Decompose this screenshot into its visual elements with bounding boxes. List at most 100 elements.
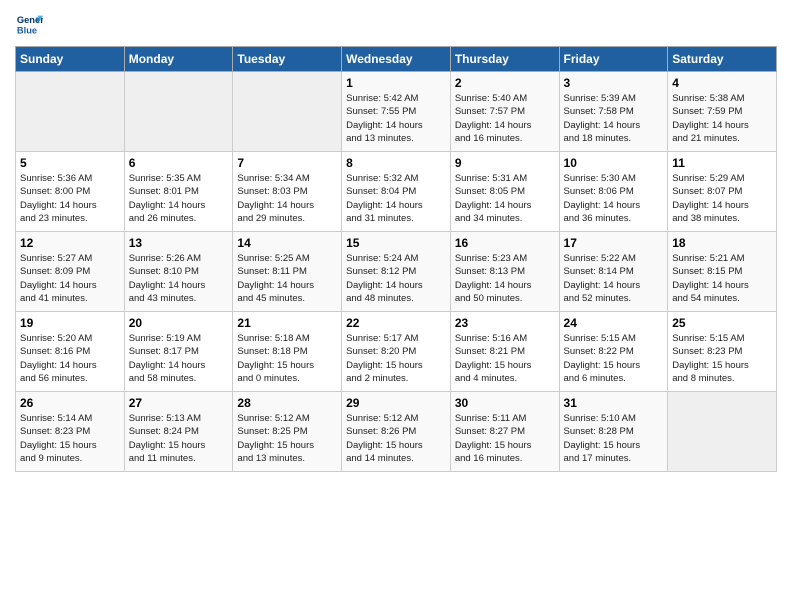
calendar-cell: 4 Sunrise: 5:38 AM Sunset: 7:59 PM Daylig…: [668, 72, 777, 152]
logo-icon: General Blue: [15, 10, 43, 38]
day-header-tuesday: Tuesday: [233, 47, 342, 72]
day-info: Sunrise: 5:23 AM Sunset: 8:13 PM Dayligh…: [455, 252, 555, 305]
day-number: 12: [20, 236, 120, 250]
day-info: Sunrise: 5:16 AM Sunset: 8:21 PM Dayligh…: [455, 332, 555, 385]
day-info: Sunrise: 5:17 AM Sunset: 8:20 PM Dayligh…: [346, 332, 446, 385]
day-number: 22: [346, 316, 446, 330]
day-info: Sunrise: 5:15 AM Sunset: 8:23 PM Dayligh…: [672, 332, 772, 385]
day-number: 25: [672, 316, 772, 330]
day-number: 11: [672, 156, 772, 170]
calendar-cell: 22 Sunrise: 5:17 AM Sunset: 8:20 PM Dayli…: [342, 312, 451, 392]
day-info: Sunrise: 5:10 AM Sunset: 8:28 PM Dayligh…: [564, 412, 664, 465]
day-number: 20: [129, 316, 229, 330]
calendar-cell: 20 Sunrise: 5:19 AM Sunset: 8:17 PM Dayli…: [124, 312, 233, 392]
day-number: 27: [129, 396, 229, 410]
day-info: Sunrise: 5:42 AM Sunset: 7:55 PM Dayligh…: [346, 92, 446, 145]
day-info: Sunrise: 5:19 AM Sunset: 8:17 PM Dayligh…: [129, 332, 229, 385]
day-info: Sunrise: 5:20 AM Sunset: 8:16 PM Dayligh…: [20, 332, 120, 385]
calendar-cell: 12 Sunrise: 5:27 AM Sunset: 8:09 PM Dayli…: [16, 232, 125, 312]
calendar-cell: 1 Sunrise: 5:42 AM Sunset: 7:55 PM Daylig…: [342, 72, 451, 152]
day-info: Sunrise: 5:12 AM Sunset: 8:26 PM Dayligh…: [346, 412, 446, 465]
calendar-cell: [668, 392, 777, 472]
day-info: Sunrise: 5:25 AM Sunset: 8:11 PM Dayligh…: [237, 252, 337, 305]
calendar-cell: 29 Sunrise: 5:12 AM Sunset: 8:26 PM Dayli…: [342, 392, 451, 472]
day-number: 3: [564, 76, 664, 90]
calendar-week-5: 26Sunrise: 5:14 AM Sunset: 8:23 PM Dayli…: [16, 392, 777, 472]
calendar-cell: 31 Sunrise: 5:10 AM Sunset: 8:28 PM Dayli…: [559, 392, 668, 472]
page-header: General Blue: [15, 10, 777, 38]
calendar-cell: 7 Sunrise: 5:34 AM Sunset: 8:03 PM Daylig…: [233, 152, 342, 232]
calendar-cell: 17 Sunrise: 5:22 AM Sunset: 8:14 PM Dayli…: [559, 232, 668, 312]
calendar-week-1: 1 Sunrise: 5:42 AM Sunset: 7:55 PM Daylig…: [16, 72, 777, 152]
day-info: Sunrise: 5:12 AM Sunset: 8:25 PM Dayligh…: [237, 412, 337, 465]
day-info: Sunrise: 5:30 AM Sunset: 8:06 PM Dayligh…: [564, 172, 664, 225]
calendar-cell: 19 Sunrise: 5:20 AM Sunset: 8:16 PM Dayli…: [16, 312, 125, 392]
day-info: Sunrise: 5:36 AM Sunset: 8:00 PM Dayligh…: [20, 172, 120, 225]
day-header-monday: Monday: [124, 47, 233, 72]
day-info: Sunrise: 5:34 AM Sunset: 8:03 PM Dayligh…: [237, 172, 337, 225]
day-info: Sunrise: 5:32 AM Sunset: 8:04 PM Dayligh…: [346, 172, 446, 225]
day-number: 1: [346, 76, 446, 90]
calendar-cell: 5 Sunrise: 5:36 AM Sunset: 8:00 PM Daylig…: [16, 152, 125, 232]
calendar-cell: 30Sunrise: 5:11 AM Sunset: 8:27 PM Dayli…: [450, 392, 559, 472]
day-header-saturday: Saturday: [668, 47, 777, 72]
day-info: Sunrise: 5:18 AM Sunset: 8:18 PM Dayligh…: [237, 332, 337, 385]
day-info: Sunrise: 5:35 AM Sunset: 8:01 PM Dayligh…: [129, 172, 229, 225]
day-number: 4: [672, 76, 772, 90]
day-number: 17: [564, 236, 664, 250]
day-number: 2: [455, 76, 555, 90]
day-number: 23: [455, 316, 555, 330]
calendar-week-4: 19 Sunrise: 5:20 AM Sunset: 8:16 PM Dayli…: [16, 312, 777, 392]
day-info: Sunrise: 5:26 AM Sunset: 8:10 PM Dayligh…: [129, 252, 229, 305]
day-info: Sunrise: 5:38 AM Sunset: 7:59 PM Dayligh…: [672, 92, 772, 145]
day-number: 31: [564, 396, 664, 410]
calendar-cell: 21 Sunrise: 5:18 AM Sunset: 8:18 PM Dayli…: [233, 312, 342, 392]
calendar-cell: 25 Sunrise: 5:15 AM Sunset: 8:23 PM Dayli…: [668, 312, 777, 392]
day-number: 16: [455, 236, 555, 250]
calendar-cell: 10 Sunrise: 5:30 AM Sunset: 8:06 PM Dayli…: [559, 152, 668, 232]
day-number: 29: [346, 396, 446, 410]
day-number: 5: [20, 156, 120, 170]
calendar-header: SundayMondayTuesdayWednesdayThursdayFrid…: [16, 47, 777, 72]
day-number: 28: [237, 396, 337, 410]
day-info: Sunrise: 5:40 AM Sunset: 7:57 PM Dayligh…: [455, 92, 555, 145]
calendar-body: 1 Sunrise: 5:42 AM Sunset: 7:55 PM Daylig…: [16, 72, 777, 472]
day-info: Sunrise: 5:24 AM Sunset: 8:12 PM Dayligh…: [346, 252, 446, 305]
day-number: 30: [455, 396, 555, 410]
day-info: Sunrise: 5:15 AM Sunset: 8:22 PM Dayligh…: [564, 332, 664, 385]
day-info: Sunrise: 5:21 AM Sunset: 8:15 PM Dayligh…: [672, 252, 772, 305]
calendar-cell: 11Sunrise: 5:29 AM Sunset: 8:07 PM Dayli…: [668, 152, 777, 232]
day-number: 15: [346, 236, 446, 250]
calendar-cell: 28 Sunrise: 5:12 AM Sunset: 8:25 PM Dayli…: [233, 392, 342, 472]
calendar-cell: [233, 72, 342, 152]
calendar-cell: 18 Sunrise: 5:21 AM Sunset: 8:15 PM Dayli…: [668, 232, 777, 312]
day-header-thursday: Thursday: [450, 47, 559, 72]
day-info: Sunrise: 5:13 AM Sunset: 8:24 PM Dayligh…: [129, 412, 229, 465]
day-number: 10: [564, 156, 664, 170]
calendar-cell: 3 Sunrise: 5:39 AM Sunset: 7:58 PM Daylig…: [559, 72, 668, 152]
day-info: Sunrise: 5:31 AM Sunset: 8:05 PM Dayligh…: [455, 172, 555, 225]
calendar-cell: 9 Sunrise: 5:31 AM Sunset: 8:05 PM Daylig…: [450, 152, 559, 232]
svg-text:Blue: Blue: [17, 25, 37, 35]
day-number: 21: [237, 316, 337, 330]
calendar-cell: 24Sunrise: 5:15 AM Sunset: 8:22 PM Dayli…: [559, 312, 668, 392]
day-info: Sunrise: 5:27 AM Sunset: 8:09 PM Dayligh…: [20, 252, 120, 305]
day-info: Sunrise: 5:14 AM Sunset: 8:23 PM Dayligh…: [20, 412, 120, 465]
day-number: 19: [20, 316, 120, 330]
day-number: 18: [672, 236, 772, 250]
header-row: SundayMondayTuesdayWednesdayThursdayFrid…: [16, 47, 777, 72]
day-number: 7: [237, 156, 337, 170]
day-header-wednesday: Wednesday: [342, 47, 451, 72]
calendar-cell: 2 Sunrise: 5:40 AM Sunset: 7:57 PM Daylig…: [450, 72, 559, 152]
calendar-table: SundayMondayTuesdayWednesdayThursdayFrid…: [15, 46, 777, 472]
calendar-week-3: 12 Sunrise: 5:27 AM Sunset: 8:09 PM Dayli…: [16, 232, 777, 312]
day-number: 6: [129, 156, 229, 170]
calendar-week-2: 5 Sunrise: 5:36 AM Sunset: 8:00 PM Daylig…: [16, 152, 777, 232]
calendar-cell: 23 Sunrise: 5:16 AM Sunset: 8:21 PM Dayli…: [450, 312, 559, 392]
day-number: 9: [455, 156, 555, 170]
day-info: Sunrise: 5:39 AM Sunset: 7:58 PM Dayligh…: [564, 92, 664, 145]
calendar-cell: 8Sunrise: 5:32 AM Sunset: 8:04 PM Daylig…: [342, 152, 451, 232]
calendar-cell: 16 Sunrise: 5:23 AM Sunset: 8:13 PM Dayli…: [450, 232, 559, 312]
calendar-cell: 27 Sunrise: 5:13 AM Sunset: 8:24 PM Dayli…: [124, 392, 233, 472]
day-info: Sunrise: 5:22 AM Sunset: 8:14 PM Dayligh…: [564, 252, 664, 305]
